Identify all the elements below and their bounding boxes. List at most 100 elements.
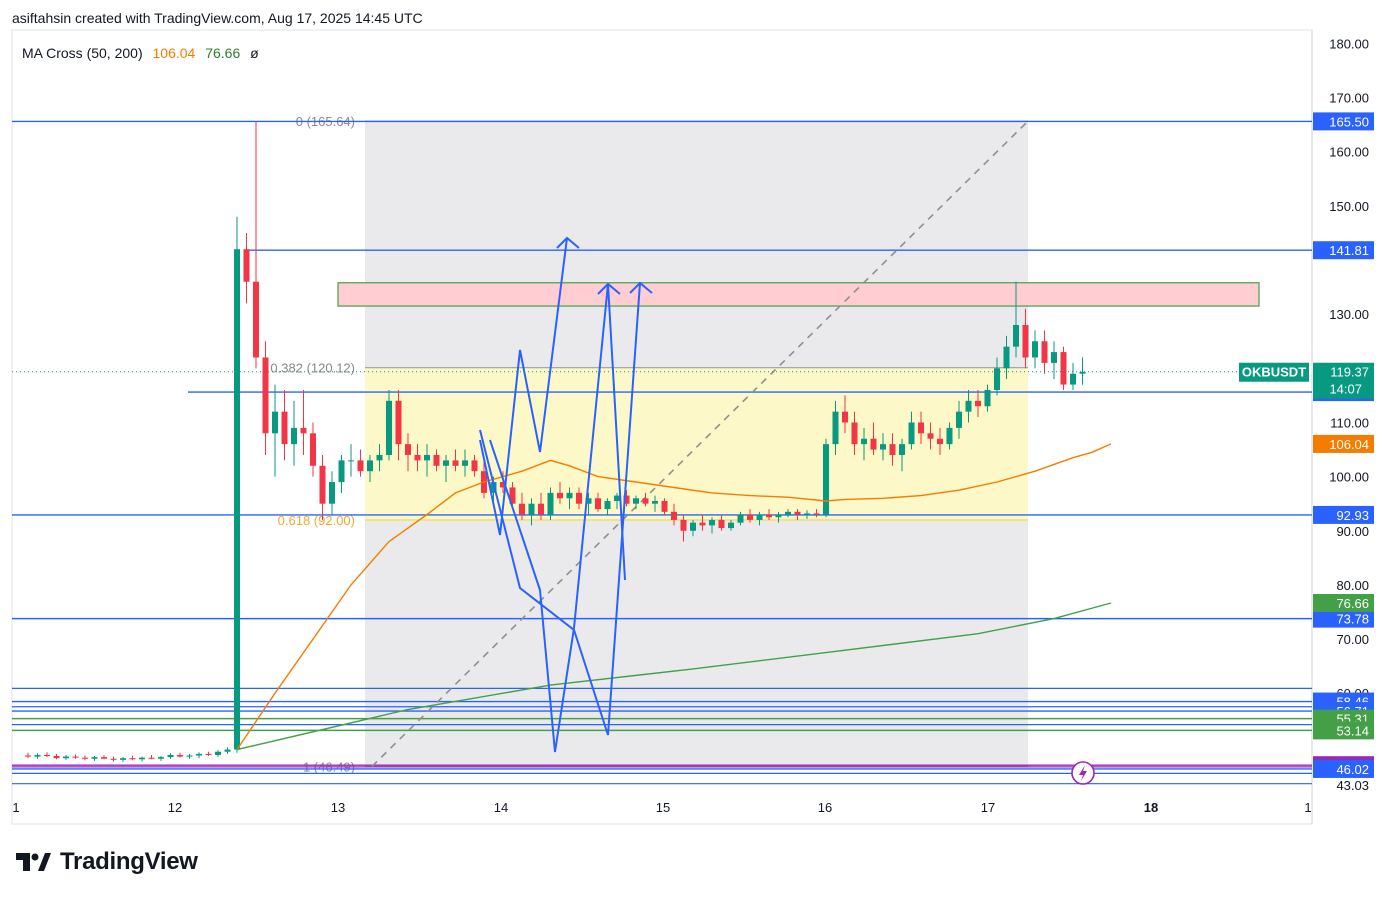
price-level-tag-label: 73.78 — [1336, 612, 1369, 627]
candle-body — [53, 756, 60, 759]
candle-body — [671, 511, 677, 520]
price-chart[interactable]: 0 (165.64)0.382 (120.12)0.618 (92.00)1 (… — [0, 0, 1392, 900]
candle-body — [576, 492, 582, 504]
y-axis-tick-label: 180.00 — [1329, 36, 1369, 51]
price-level-tag-label: 165.50 — [1329, 114, 1369, 129]
candle-body — [167, 754, 174, 758]
candle-body — [861, 438, 867, 445]
candle-body — [946, 427, 953, 445]
candle-body — [319, 465, 326, 504]
candle-body — [91, 757, 98, 759]
candle-body — [1022, 325, 1029, 358]
candle-body — [984, 389, 991, 407]
x-axis-tick-label: 15 — [656, 800, 670, 815]
logo-wordmark: TradingView — [60, 848, 198, 875]
candle-body — [528, 503, 535, 515]
last-price-label: 119.37 — [1330, 365, 1369, 380]
x-axis-tick-label: 17 — [981, 800, 995, 815]
y-axis-tick-label: 170.00 — [1329, 91, 1369, 106]
candle-body — [72, 756, 79, 758]
candle-body — [196, 753, 202, 756]
candle-body — [813, 513, 820, 515]
candle-body — [728, 522, 734, 529]
candle-body — [690, 522, 696, 531]
bar-countdown-label: 14:07 — [1329, 382, 1362, 397]
y-axis-tick-label: 100.00 — [1329, 470, 1369, 485]
candle-body — [262, 357, 269, 434]
candle-body — [34, 754, 41, 757]
candle-body — [1070, 373, 1076, 385]
candle-body — [927, 433, 934, 439]
candle-body — [110, 758, 117, 760]
candle-body — [348, 460, 354, 462]
candle-body — [272, 411, 278, 434]
candle-body — [937, 438, 943, 445]
candle-body — [965, 400, 972, 412]
candle-body — [899, 444, 905, 455]
tradingview-logo-icon — [16, 853, 51, 871]
candle-body — [747, 514, 753, 520]
candle-body — [329, 482, 335, 504]
candle-body — [414, 454, 421, 461]
supply-zone-box — [337, 282, 1260, 307]
candle-body — [1041, 341, 1048, 363]
candle-body — [804, 513, 810, 515]
y-axis-tick-label: 43.03 — [1336, 778, 1369, 793]
candle-body — [424, 454, 430, 461]
candle-body — [224, 749, 231, 752]
y-axis-tick-label: 110.00 — [1330, 415, 1369, 430]
candle-body — [129, 758, 136, 760]
candle-body — [186, 755, 193, 757]
candle-body — [595, 498, 601, 510]
price-level-tag-label: 53.14 — [1336, 723, 1369, 738]
candle-body — [148, 757, 155, 759]
candle-body — [842, 411, 848, 423]
x-axis-tick-label: 12 — [168, 800, 182, 815]
x-axis-tick-label: 16 — [818, 800, 832, 815]
y-axis-tick-label: 150.00 — [1329, 199, 1369, 214]
candle-body — [880, 444, 886, 450]
candle-body — [395, 400, 402, 445]
candle-body — [82, 757, 88, 759]
candle-body — [376, 454, 383, 461]
candle-body — [775, 514, 782, 518]
candle-body — [756, 514, 763, 520]
candle-body — [234, 249, 240, 750]
candle-body — [215, 751, 221, 755]
candle-body — [614, 495, 620, 501]
candle-body — [794, 511, 801, 515]
candle-body — [918, 422, 924, 434]
candle-body — [405, 444, 411, 455]
y-axis-tick-label: 90.00 — [1336, 524, 1369, 539]
candle-body — [367, 460, 373, 472]
candle-body — [566, 492, 573, 499]
candle-body — [538, 503, 544, 515]
candle-body — [205, 753, 212, 755]
tradingview-logo[interactable]: TradingView — [14, 848, 198, 876]
x-axis-tick-label: 18 — [1144, 800, 1158, 815]
price-level-tag-label: 141.81 — [1329, 243, 1369, 258]
price-level-tag-label: 46.02 — [1336, 762, 1369, 777]
candle-body — [63, 756, 69, 759]
candle-body — [1013, 325, 1019, 347]
candle-body — [557, 492, 563, 499]
candle-body — [291, 427, 297, 445]
x-axis-tick-label: 1 — [1304, 800, 1311, 815]
candle-body — [386, 400, 392, 455]
x-axis-tick-label: 14 — [494, 800, 508, 815]
candle-body — [642, 498, 649, 504]
candle-body — [785, 511, 791, 515]
x-axis-tick-label: 13 — [331, 800, 345, 815]
candle-body — [709, 519, 715, 526]
candle-body — [253, 281, 259, 358]
ma-fast-tag-label: 106.04 — [1329, 437, 1369, 452]
candle-body — [452, 460, 459, 466]
y-axis-tick-label: 130.00 — [1329, 307, 1369, 322]
candle-body — [661, 500, 668, 512]
candle-body — [300, 427, 307, 434]
candle-body — [823, 444, 829, 515]
candle-body — [633, 498, 639, 504]
price-level-tag-label: 92.93 — [1336, 508, 1369, 523]
candle-body — [718, 519, 725, 529]
candle-body — [139, 757, 145, 760]
